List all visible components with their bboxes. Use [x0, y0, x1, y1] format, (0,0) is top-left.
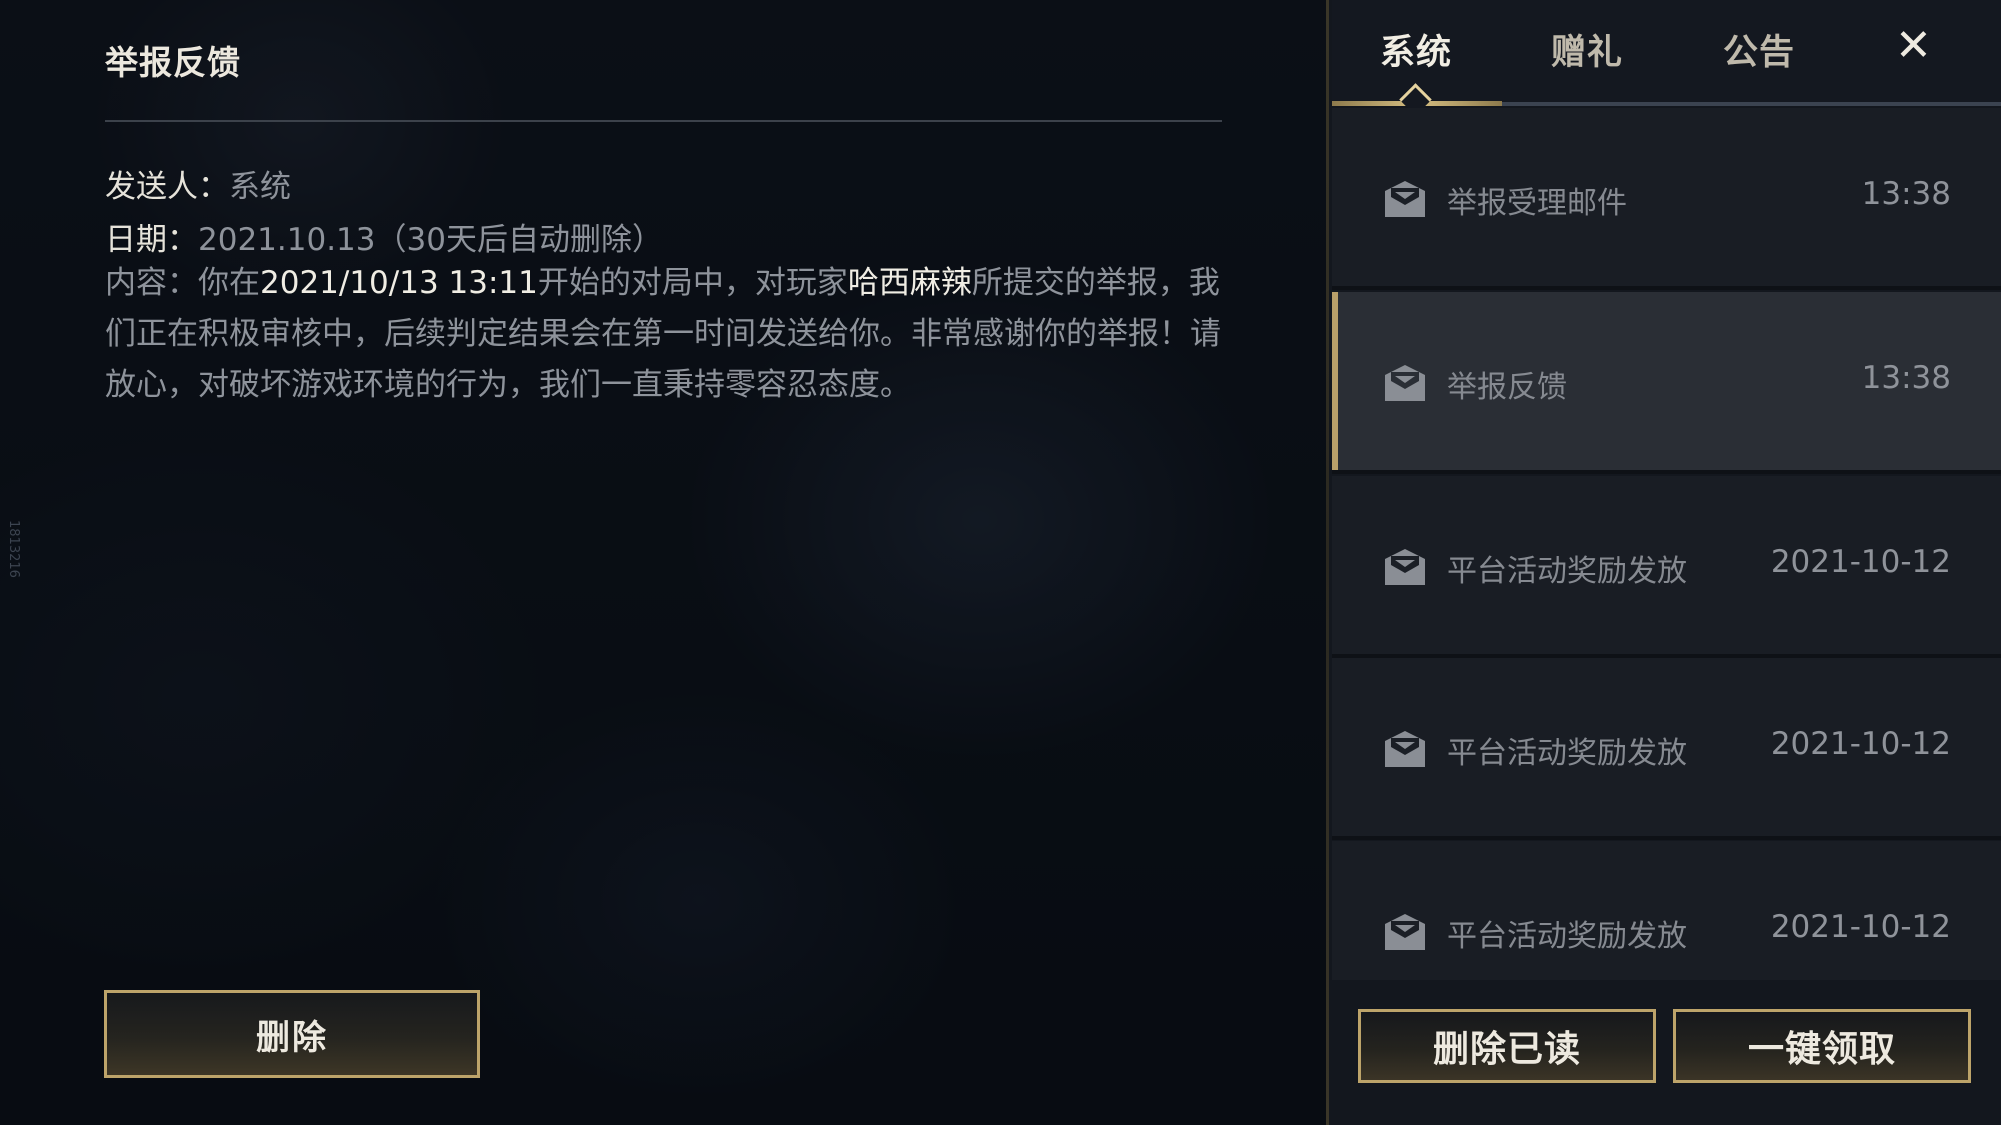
tab-notice[interactable]: 公告	[1723, 24, 1795, 75]
mail-screen: 1813216 举报反馈 发送人：系统 日期：2021.10.13（30天后自动…	[0, 0, 2001, 1125]
row-divider	[1332, 286, 2001, 290]
mail-subject: 平台活动奖励发放	[1447, 919, 1687, 954]
mail-time: 2021-10-12	[1770, 909, 1951, 945]
content-label: 内容：	[105, 265, 198, 301]
delete-read-button[interactable]: 删除已读	[1358, 1009, 1656, 1083]
date-row: 日期：2021.10.13（30天后自动删除）	[105, 214, 663, 259]
mail-detail-title: 举报反馈	[105, 43, 241, 82]
mail-icon	[1385, 181, 1425, 217]
content-player-name: 哈西麻辣	[847, 265, 972, 301]
mail-list-item[interactable]: 举报受理邮件 13:38	[1332, 108, 2001, 290]
sender-row: 发送人：系统	[105, 161, 291, 206]
mail-icon	[1385, 365, 1425, 401]
content-text-2: 开始的对局中，对玩家	[537, 265, 848, 301]
mail-time: 2021-10-12	[1770, 544, 1951, 580]
row-divider	[1332, 836, 2001, 840]
content-text-1: 你在	[198, 265, 260, 301]
mail-time: 13:38	[1861, 360, 1951, 396]
mail-list-item[interactable]: 平台活动奖励发放 2021-10-12	[1332, 658, 2001, 840]
mail-list-item[interactable]: 平台活动奖励发放 2021-10-12	[1332, 476, 2001, 658]
mail-icon	[1385, 914, 1425, 950]
delete-button[interactable]: 删除	[104, 990, 480, 1078]
claim-all-button[interactable]: 一键领取	[1673, 1009, 1971, 1083]
tab-system[interactable]: 系统	[1380, 24, 1452, 75]
mail-time: 2021-10-12	[1770, 726, 1951, 762]
panel-border	[1326, 0, 1329, 1125]
mail-content: 内容：你在2021/10/13 13:11开始的对局中，对玩家哈西麻辣所提交的举…	[105, 258, 1235, 411]
date-label: 日期：	[105, 222, 198, 258]
mail-icon	[1385, 731, 1425, 767]
tab-gift[interactable]: 赠礼	[1551, 24, 1623, 75]
mail-subject: 举报受理邮件	[1447, 186, 1627, 221]
mail-icon	[1385, 549, 1425, 585]
mail-time: 13:38	[1861, 176, 1951, 212]
sender-value: 系统	[229, 169, 291, 205]
title-divider	[105, 120, 1222, 122]
mail-subject: 平台活动奖励发放	[1447, 736, 1687, 771]
mail-list-item-selected[interactable]: 举报反馈 13:38	[1332, 292, 2001, 474]
close-icon[interactable]: ✕	[1895, 24, 1932, 68]
row-divider	[1332, 470, 2001, 474]
side-id-tag: 1813216	[6, 520, 21, 578]
mail-subject: 举报反馈	[1447, 370, 1567, 405]
mail-subject: 平台活动奖励发放	[1447, 554, 1687, 589]
date-value: 2021.10.13（30天后自动删除）	[198, 222, 663, 258]
content-match-time: 2021/10/13 13:11	[260, 265, 538, 301]
selection-bar	[1332, 292, 1338, 470]
sender-label: 发送人：	[105, 169, 229, 205]
